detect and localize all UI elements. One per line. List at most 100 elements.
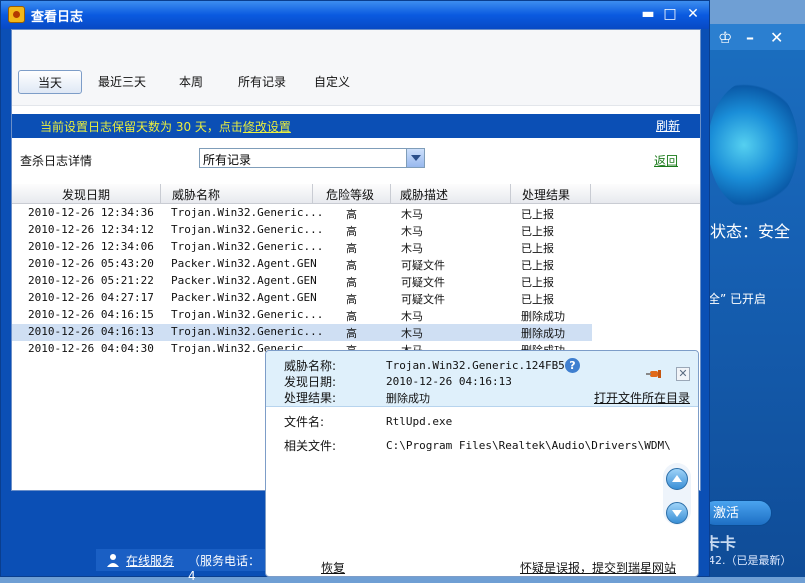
cell-description: 木马 (401, 208, 423, 221)
cell-result: 已上报 (521, 208, 554, 221)
table-row[interactable]: 2010-12-26 12:34:36 Trojan.Win32.Generic.… (12, 205, 700, 222)
threat-name-value: Trojan.Win32.Generic.124FB581 (386, 359, 579, 372)
cell-threat-name: Packer.Win32.Agent.GEN (171, 291, 317, 304)
cell-risk-level: 高 (346, 310, 357, 323)
cell-risk-level: 高 (346, 276, 357, 289)
date-label: 发现日期: (284, 375, 337, 389)
related-file-label: 相关文件: (284, 439, 337, 453)
scroll-down-button[interactable] (666, 502, 688, 524)
column-divider[interactable] (390, 184, 391, 204)
window-title: 查看日志 (31, 10, 84, 25)
cell-threat-name: Packer.Win32.Agent.GEN (171, 274, 317, 287)
cell-threat-name: Packer.Win32.Agent.GEN (171, 257, 317, 270)
notice-bar: 当前设置日志保留天数为 30 天，点击修改设置 刷新 (12, 114, 700, 138)
cell-threat-name: Trojan.Win32.Generic... (171, 206, 324, 219)
threat-detail-panel: 威胁名称: Trojan.Win32.Generic.124FB581 ? ✕ … (265, 350, 699, 577)
column-divider[interactable] (160, 184, 161, 204)
cell-risk-level: 高 (346, 293, 357, 306)
skin-icon[interactable]: ♔ (718, 28, 732, 47)
record-filter-select[interactable]: 所有记录 (199, 148, 425, 168)
threat-name-label: 威胁名称: (284, 359, 337, 373)
cell-threat-name: Trojan.Win32.Generic... (171, 240, 324, 253)
cell-result: 已上报 (521, 259, 554, 272)
person-icon (107, 554, 119, 567)
column-header-description[interactable]: 威胁描述 (400, 186, 448, 203)
file-name-value: RtlUpd.exe (386, 415, 453, 428)
cell-date: 2010-12-26 12:34:36 (28, 206, 154, 219)
cell-description: 木马 (401, 225, 423, 238)
date-value: 2010-12-26 04:16:13 (386, 375, 512, 388)
protection-status: 全” 已开启 (708, 292, 767, 306)
cell-result: 已上报 (521, 242, 554, 255)
result-label: 处理结果: (284, 391, 337, 405)
cell-result: 已上报 (521, 276, 554, 289)
restore-link[interactable]: 恢复 (321, 559, 345, 576)
close-icon[interactable]: ✕ (676, 367, 690, 381)
service-phone: （服务电话：4 (188, 554, 261, 583)
tab-this-week[interactable]: 本周 (168, 70, 214, 94)
result-value: 删除成功 (386, 392, 430, 405)
online-service-link[interactable]: 在线服务 (126, 552, 174, 569)
table-row[interactable]: 2010-12-26 04:16:13 Trojan.Win32.Generic.… (12, 324, 592, 341)
table-row[interactable]: 2010-12-26 12:34:06 Trojan.Win32.Generic.… (12, 239, 700, 256)
detail-label: 查杀日志详情 (20, 154, 93, 168)
cell-description: 木马 (401, 310, 423, 323)
pin-icon[interactable] (646, 369, 662, 379)
cell-description: 木马 (401, 242, 423, 255)
column-header-threat-name[interactable]: 威胁名称 (172, 186, 220, 203)
table-row[interactable]: 2010-12-26 04:27:17 Packer.Win32.Agent.GE… (12, 290, 700, 307)
tab-last-three-days[interactable]: 最近三天 (88, 70, 156, 94)
tab-today[interactable]: 当天 (18, 70, 82, 94)
cell-date: 2010-12-26 04:16:13 (28, 325, 154, 338)
filter-bar: 当天 最近三天 本周 所有记录 自定义 (12, 30, 700, 106)
cell-date: 2010-12-26 05:21:22 (28, 274, 154, 287)
report-false-positive-link[interactable]: 怀疑是误报，提交到瑞星网站 (520, 559, 676, 576)
column-header-result[interactable]: 处理结果 (522, 186, 570, 203)
table-row[interactable]: 2010-12-26 04:16:15 Trojan.Win32.Generic.… (12, 307, 700, 324)
cell-description: 可疑文件 (401, 259, 445, 272)
cell-result: 已上报 (521, 225, 554, 238)
activate-button[interactable]: 激活 (702, 500, 772, 526)
bg-close-button[interactable]: ✕ (770, 28, 783, 47)
scroll-up-button[interactable] (666, 468, 688, 490)
refresh-link[interactable]: 刷新 (656, 117, 680, 134)
detail-panel-header: 威胁名称: Trojan.Win32.Generic.124FB581 ? ✕ … (266, 351, 698, 407)
titlebar[interactable]: 查看日志 ▬ □ ✕ (1, 1, 709, 29)
cell-risk-level: 高 (346, 327, 357, 340)
help-icon[interactable]: ? (565, 358, 580, 373)
column-header-date[interactable]: 发现日期 (62, 186, 110, 203)
column-divider[interactable] (312, 184, 313, 204)
cell-threat-name: Trojan.Win32.Generic... (171, 223, 324, 236)
log-table-body: 2010-12-26 12:34:36 Trojan.Win32.Generic.… (12, 205, 700, 358)
open-folder-link[interactable]: 打开文件所在目录 (594, 389, 690, 406)
modify-settings-link[interactable]: 修改设置 (243, 120, 291, 134)
close-button[interactable]: ✕ (684, 5, 702, 23)
back-link[interactable]: 返回 (654, 152, 678, 169)
table-row[interactable]: 2010-12-26 05:21:22 Packer.Win32.Agent.GE… (12, 273, 700, 290)
column-header-risk-level[interactable]: 危险等级 (326, 186, 374, 203)
cell-threat-name: Trojan.Win32.Generic... (171, 325, 324, 338)
retention-notice: 当前设置日志保留天数为 30 天，点击修改设置 (40, 120, 291, 134)
column-divider[interactable] (510, 184, 511, 204)
table-row[interactable]: 2010-12-26 05:43:20 Packer.Win32.Agent.GE… (12, 256, 700, 273)
cell-date: 2010-12-26 04:27:17 (28, 291, 154, 304)
chevron-down-icon[interactable] (406, 149, 424, 167)
cell-threat-name: Trojan.Win32.Generic... (171, 308, 324, 321)
maximize-button[interactable]: □ (661, 5, 679, 23)
bottom-status-strip: 在线服务 （服务电话：4 (96, 549, 266, 583)
cell-description: 可疑文件 (401, 293, 445, 306)
cell-risk-level: 高 (346, 242, 357, 255)
cell-result: 删除成功 (521, 327, 565, 340)
table-row[interactable]: 2010-12-26 12:34:12 Trojan.Win32.Generic.… (12, 222, 700, 239)
bg-minimize-button[interactable]: – (746, 28, 754, 47)
cell-date: 2010-12-26 05:43:20 (28, 257, 154, 270)
minimize-button[interactable]: ▬ (639, 5, 657, 23)
tab-custom[interactable]: 自定义 (308, 70, 356, 94)
cell-risk-level: 高 (346, 225, 357, 238)
security-gauge-icon (708, 80, 798, 210)
cell-date: 2010-12-26 04:04:30 (28, 342, 154, 355)
column-divider[interactable] (590, 184, 591, 204)
table-header: 发现日期 威胁名称 危险等级 威胁描述 处理结果 (12, 184, 700, 204)
cell-description: 可疑文件 (401, 276, 445, 289)
tab-all-records[interactable]: 所有记录 (230, 70, 294, 94)
